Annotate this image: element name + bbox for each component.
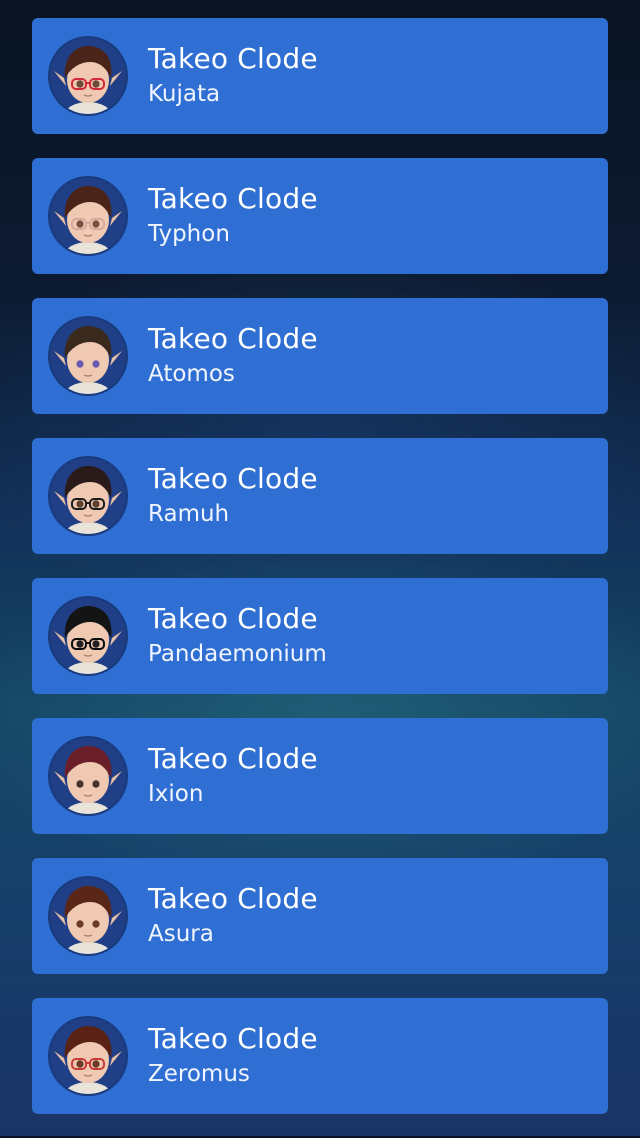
character-portrait-icon [50, 878, 126, 954]
character-name: Takeo Clode [148, 462, 318, 495]
character-card-pandaemonium[interactable]: Takeo Clode Pandaemonium [32, 578, 608, 694]
character-portrait-icon [50, 458, 126, 534]
character-name: Takeo Clode [148, 882, 318, 915]
character-portrait-icon [50, 598, 126, 674]
character-card-ramuh[interactable]: Takeo Clode Ramuh [32, 438, 608, 554]
character-name: Takeo Clode [148, 602, 318, 635]
character-world: Asura [148, 921, 214, 947]
character-portrait-icon [50, 738, 126, 814]
character-portrait-icon [50, 318, 126, 394]
character-world: Typhon [148, 221, 230, 247]
character-world: Ramuh [148, 501, 230, 527]
character-avatar [48, 456, 128, 536]
character-avatar [48, 36, 128, 116]
character-name: Takeo Clode [148, 182, 318, 215]
character-world: Kujata [148, 81, 221, 107]
character-avatar [48, 736, 128, 816]
character-card-asura[interactable]: Takeo Clode Asura [32, 858, 608, 974]
character-name: Takeo Clode [148, 742, 318, 775]
character-card-atomos[interactable]: Takeo Clode Atomos [32, 298, 608, 414]
character-card-zeromus[interactable]: Takeo Clode Zeromus [32, 998, 608, 1114]
character-avatar [48, 876, 128, 956]
character-card-ixion[interactable]: Takeo Clode Ixion [32, 718, 608, 834]
character-list: Takeo Clode Kujata Takeo Clode Typhon Ta… [32, 18, 608, 1138]
character-portrait-icon [50, 38, 126, 114]
character-portrait-icon [50, 1018, 126, 1094]
character-name: Takeo Clode [148, 322, 318, 355]
character-name: Takeo Clode [148, 42, 318, 75]
character-avatar [48, 1016, 128, 1096]
character-world: Ixion [148, 781, 204, 807]
character-card-typhon[interactable]: Takeo Clode Typhon [32, 158, 608, 274]
character-world: Pandaemonium [148, 641, 327, 667]
character-name: Takeo Clode [148, 1022, 318, 1055]
character-card-kujata[interactable]: Takeo Clode Kujata [32, 18, 608, 134]
character-avatar [48, 316, 128, 396]
character-world: Atomos [148, 361, 235, 387]
character-portrait-icon [50, 178, 126, 254]
character-avatar [48, 176, 128, 256]
character-world: Zeromus [148, 1061, 250, 1087]
character-avatar [48, 596, 128, 676]
